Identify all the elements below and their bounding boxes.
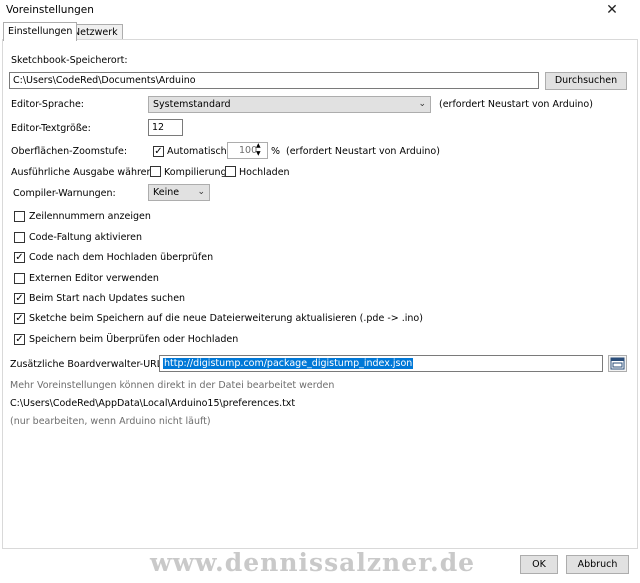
external-editor-label: Externen Editor verwenden bbox=[29, 273, 159, 284]
title-bar bbox=[0, 0, 640, 20]
zoom-spinner[interactable]: 100 ▲ ▼ bbox=[227, 142, 268, 159]
verbose-upload-label: Hochladen bbox=[239, 167, 290, 178]
editor-language-select[interactable]: Systemstandard ⌄ bbox=[148, 96, 431, 113]
verbose-upload-checkbox[interactable] bbox=[225, 166, 236, 177]
zoom-note: (erfordert Neustart von Arduino) bbox=[286, 146, 440, 157]
chevron-down-icon: ⌄ bbox=[197, 187, 205, 197]
cancel-button[interactable]: Abbruch bbox=[566, 555, 629, 574]
update-extension-checkbox[interactable]: ✓ bbox=[14, 313, 25, 324]
spinner-up-icon[interactable]: ▲ bbox=[256, 142, 261, 149]
board-urls-value: http://digistump.com/package_digistump_i… bbox=[163, 358, 414, 369]
compiler-warnings-select[interactable]: Keine ⌄ bbox=[148, 184, 210, 201]
browse-button[interactable]: Durchsuchen bbox=[545, 72, 627, 90]
font-size-label: Editor-Textgröße: bbox=[11, 123, 91, 134]
code-folding-label: Code-Faltung aktivieren bbox=[29, 232, 142, 243]
compiler-warnings-value: Keine bbox=[153, 187, 180, 198]
editor-language-value: Systemstandard bbox=[153, 99, 231, 110]
external-editor-checkbox[interactable] bbox=[14, 273, 25, 284]
spinner-down-icon[interactable]: ▼ bbox=[256, 150, 261, 157]
sketchbook-label: Sketchbook-Speicherort: bbox=[11, 55, 128, 66]
board-urls-editor-button[interactable] bbox=[608, 355, 627, 372]
preferences-path[interactable]: C:\Users\CodeRed\AppData\Local\Arduino15… bbox=[10, 398, 295, 409]
tab-einstellungen[interactable]: Einstellungen bbox=[3, 22, 78, 41]
verbose-compile-label: Kompilierung bbox=[164, 167, 227, 178]
board-urls-label: Zusätzliche Boardverwalter-URLs: bbox=[10, 359, 171, 370]
editor-language-note: (erfordert Neustart von Arduino) bbox=[439, 99, 593, 110]
save-on-verify-checkbox[interactable]: ✓ bbox=[14, 334, 25, 345]
window-icon bbox=[610, 357, 625, 370]
verbose-compile-checkbox[interactable] bbox=[150, 166, 161, 177]
save-on-verify-label: Speichern beim Überprüfen oder Hochladen bbox=[29, 334, 239, 345]
sketchbook-path-input[interactable]: C:\Users\CodeRed\Documents\Arduino bbox=[9, 72, 539, 89]
compiler-warnings-label: Compiler-Warnungen: bbox=[13, 188, 116, 199]
check-updates-label: Beim Start nach Updates suchen bbox=[29, 293, 186, 304]
close-icon[interactable]: ✕ bbox=[602, 0, 622, 20]
zoom-unit: % bbox=[271, 146, 281, 157]
zoom-label: Oberflächen-Zoomstufe: bbox=[11, 146, 128, 157]
code-folding-checkbox[interactable] bbox=[14, 232, 25, 243]
line-numbers-checkbox[interactable] bbox=[14, 211, 25, 222]
info-line-1: Mehr Voreinstellungen können direkt in d… bbox=[10, 380, 335, 391]
window-title: Voreinstellungen bbox=[6, 4, 94, 16]
chevron-down-icon: ⌄ bbox=[418, 99, 426, 109]
zoom-value: 100 bbox=[239, 145, 258, 156]
line-numbers-label: Zeilennummern anzeigen bbox=[29, 211, 151, 222]
verify-upload-checkbox[interactable]: ✓ bbox=[14, 252, 25, 263]
check-updates-checkbox[interactable]: ✓ bbox=[14, 293, 25, 304]
zoom-auto-checkbox[interactable]: ✓ bbox=[153, 146, 164, 157]
zoom-auto-label: Automatisch bbox=[167, 146, 227, 157]
verbose-label: Ausführliche Ausgabe während: bbox=[11, 167, 162, 178]
info-line-3: (nur bearbeiten, wenn Arduino nicht läuf… bbox=[10, 416, 211, 427]
update-extension-label: Sketche beim Speichern auf die neue Date… bbox=[29, 313, 423, 324]
watermark-text: www.dennissalzner.de bbox=[150, 548, 476, 577]
editor-language-label: Editor-Sprache: bbox=[11, 99, 85, 110]
ok-button[interactable]: OK bbox=[520, 555, 558, 574]
verify-upload-label: Code nach dem Hochladen überprüfen bbox=[29, 252, 214, 263]
font-size-input[interactable]: 12 bbox=[148, 119, 183, 136]
board-urls-input[interactable]: http://digistump.com/package_digistump_i… bbox=[159, 355, 603, 372]
